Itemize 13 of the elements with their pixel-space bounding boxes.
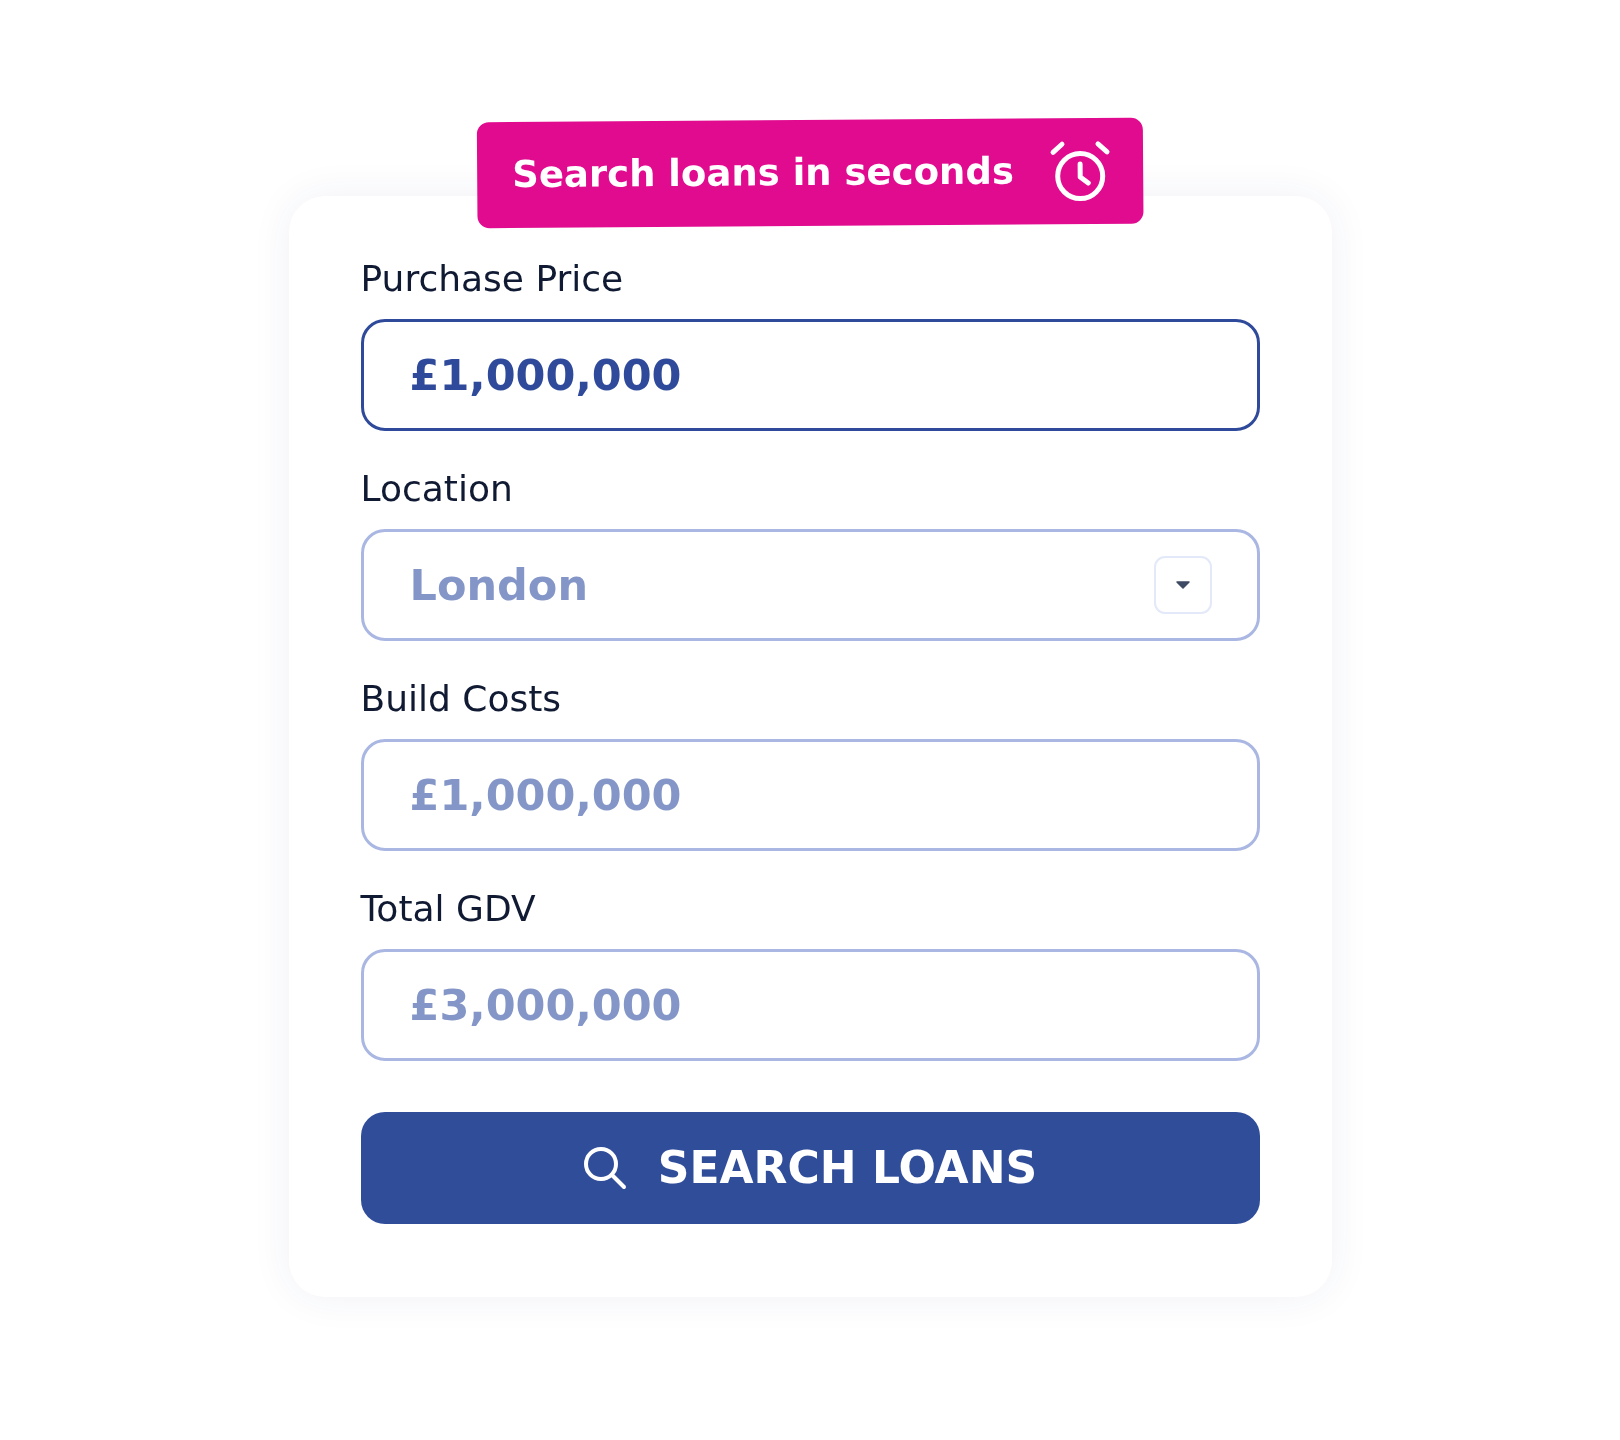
input-field[interactable]: £1,000,000 <box>360 319 1260 431</box>
field-label: Purchase Price <box>360 258 624 300</box>
field-label: Build Costs <box>360 678 562 720</box>
search-loans-button[interactable]: SEARCH LOANS <box>360 1112 1260 1224</box>
dropdown-caret-icon[interactable] <box>1153 556 1212 614</box>
banner-text: Search loans in seconds <box>512 148 1014 199</box>
location-dropdown[interactable]: London <box>360 529 1260 641</box>
input-field[interactable]: £1,000,000 <box>360 739 1260 851</box>
field-label: Total GDV <box>360 888 536 930</box>
search-icon <box>582 1146 627 1190</box>
field-label: Location <box>360 468 513 510</box>
input-field[interactable]: £3,000,000 <box>360 949 1260 1061</box>
alarm-clock-icon <box>1049 139 1111 203</box>
